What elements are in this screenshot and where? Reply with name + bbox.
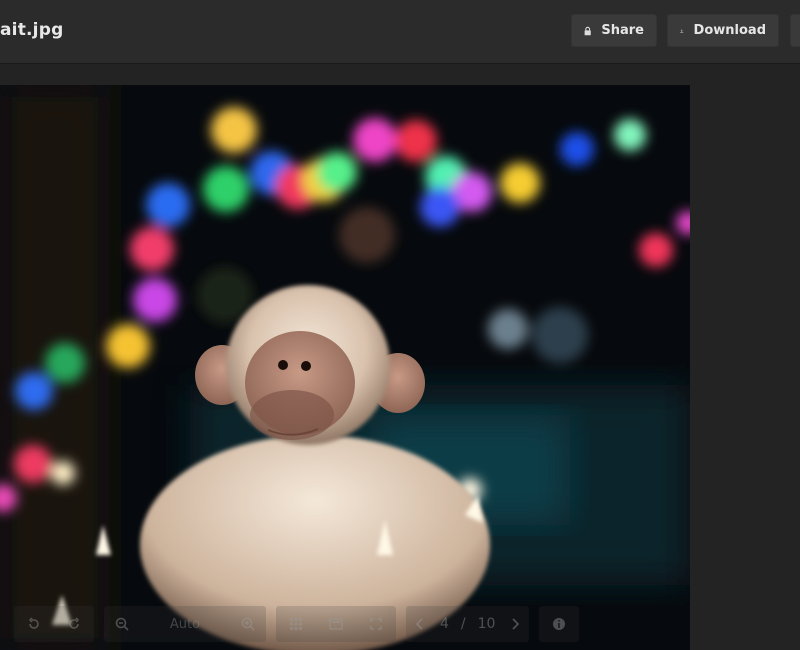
top-bar: ait.jpg Share Download <box>0 0 800 64</box>
viewer-toolbar: Auto 4 / 10 <box>14 606 589 642</box>
download-button[interactable]: Download <box>667 14 779 47</box>
page-current: 4 <box>440 616 449 632</box>
download-label: Download <box>693 23 766 38</box>
monkey-bokeh-photo <box>0 85 690 650</box>
fullscreen-icon <box>370 618 382 630</box>
rotate-left-icon <box>28 617 39 629</box>
more-button[interactable] <box>790 14 800 47</box>
zoom-out-icon <box>115 617 129 631</box>
info-icon <box>553 618 566 630</box>
prev-button[interactable] <box>406 606 434 642</box>
rotate-left-button[interactable] <box>14 606 54 642</box>
chevron-right-icon <box>512 618 520 630</box>
page-total: 10 <box>477 616 496 632</box>
view-group <box>276 606 396 642</box>
slideshow-icon <box>329 618 343 630</box>
lock-icon <box>584 26 591 35</box>
file-title: ait.jpg <box>0 20 64 40</box>
grid-icon <box>290 618 302 630</box>
rotate-right-button[interactable] <box>54 606 94 642</box>
zoom-in-button[interactable] <box>230 606 266 642</box>
photo-image <box>0 85 690 650</box>
chevron-left-icon <box>416 618 423 630</box>
share-button[interactable]: Share <box>571 14 657 47</box>
next-button[interactable] <box>501 606 529 642</box>
info-group <box>539 606 580 642</box>
zoom-in-icon <box>241 617 255 631</box>
fullscreen-button[interactable] <box>356 606 396 642</box>
zoom-level[interactable]: Auto <box>140 606 230 642</box>
viewer-stage: Auto 4 / 10 <box>0 65 800 650</box>
info-button[interactable] <box>539 606 579 642</box>
zoom-out-button[interactable] <box>104 606 140 642</box>
grid-button[interactable] <box>276 606 316 642</box>
zoom-group: Auto <box>104 606 266 642</box>
rotate-right-icon <box>69 617 80 629</box>
download-icon <box>680 28 684 33</box>
page-separator: / <box>460 616 466 632</box>
rotate-group <box>14 606 94 642</box>
slideshow-button[interactable] <box>316 606 356 642</box>
share-label: Share <box>601 23 644 38</box>
pager-group: 4 / 10 <box>406 606 530 642</box>
